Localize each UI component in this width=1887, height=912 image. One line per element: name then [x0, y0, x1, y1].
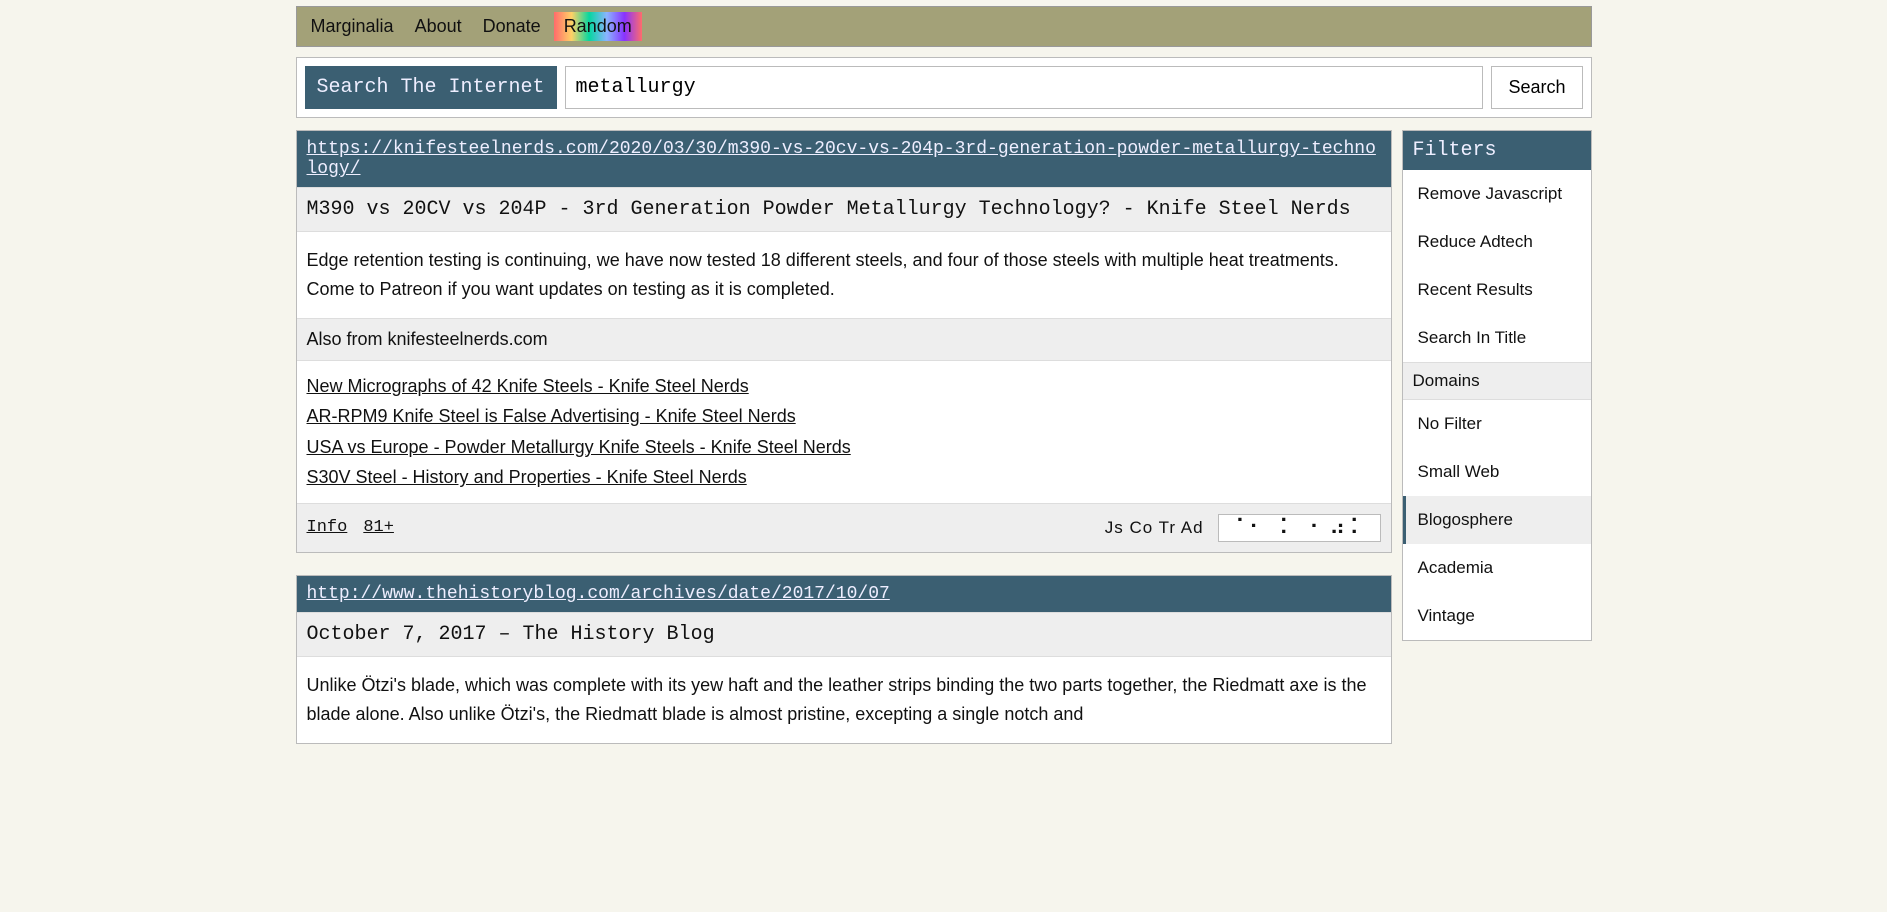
- result-card: http://www.thehistoryblog.com/archives/d…: [296, 575, 1392, 744]
- result-description: Edge retention testing is continuing, we…: [297, 232, 1391, 318]
- domain-vintage[interactable]: Vintage: [1403, 592, 1591, 640]
- result-braille-indicator: ⠈⠂ ⠅ ⠂⠴⠅: [1218, 514, 1381, 542]
- search-input[interactable]: [565, 66, 1484, 109]
- result-count-link[interactable]: 81+: [363, 518, 394, 537]
- result-url-link[interactable]: http://www.thehistoryblog.com/archives/d…: [307, 584, 890, 604]
- also-link[interactable]: New Micrographs of 42 Knife Steels - Kni…: [307, 371, 1381, 402]
- also-link[interactable]: USA vs Europe - Powder Metallurgy Knife …: [307, 432, 1381, 463]
- filter-recent-results[interactable]: Recent Results: [1403, 266, 1591, 314]
- filters-header: Filters: [1403, 131, 1591, 170]
- filter-search-in-title[interactable]: Search In Title: [1403, 314, 1591, 362]
- results-column: https://knifesteelnerds.com/2020/03/30/m…: [296, 130, 1392, 766]
- top-nav: Marginalia About Donate Random: [296, 6, 1592, 47]
- search-button[interactable]: Search: [1491, 66, 1582, 109]
- also-link[interactable]: S30V Steel - History and Properties - Kn…: [307, 462, 1381, 493]
- nav-about[interactable]: About: [407, 12, 470, 41]
- result-tags: Js Co Tr Ad: [1105, 518, 1204, 538]
- sidebar: Filters Remove Javascript Reduce Adtech …: [1402, 130, 1592, 641]
- result-description: Unlike Ötzi's blade, which was complete …: [297, 657, 1391, 743]
- nav-brand[interactable]: Marginalia: [303, 12, 402, 41]
- search-bar: Search The Internet Search: [296, 57, 1592, 118]
- result-title: October 7, 2017 – The History Blog: [297, 612, 1391, 657]
- search-label: Search The Internet: [305, 66, 557, 109]
- also-link[interactable]: AR-RPM9 Knife Steel is False Advertising…: [307, 401, 1381, 432]
- result-url: http://www.thehistoryblog.com/archives/d…: [297, 576, 1391, 612]
- also-from-links: New Micrographs of 42 Knife Steels - Kni…: [297, 361, 1391, 503]
- domains-header: Domains: [1403, 362, 1591, 400]
- nav-random[interactable]: Random: [554, 12, 642, 41]
- result-url: https://knifesteelnerds.com/2020/03/30/m…: [297, 131, 1391, 187]
- result-url-link[interactable]: https://knifesteelnerds.com/2020/03/30/m…: [307, 139, 1376, 179]
- result-card: https://knifesteelnerds.com/2020/03/30/m…: [296, 130, 1392, 553]
- result-info-link[interactable]: Info: [307, 518, 348, 537]
- result-title: M390 vs 20CV vs 204P - 3rd Generation Po…: [297, 187, 1391, 232]
- domain-small-web[interactable]: Small Web: [1403, 448, 1591, 496]
- also-from-header: Also from knifesteelnerds.com: [297, 318, 1391, 361]
- domain-blogosphere[interactable]: Blogosphere: [1403, 496, 1591, 544]
- filter-reduce-adtech[interactable]: Reduce Adtech: [1403, 218, 1591, 266]
- result-meta: Info 81+ Js Co Tr Ad ⠈⠂ ⠅ ⠂⠴⠅: [297, 503, 1391, 552]
- nav-donate[interactable]: Donate: [475, 12, 549, 41]
- domain-no-filter[interactable]: No Filter: [1403, 400, 1591, 448]
- domain-academia[interactable]: Academia: [1403, 544, 1591, 592]
- filter-remove-javascript[interactable]: Remove Javascript: [1403, 170, 1591, 218]
